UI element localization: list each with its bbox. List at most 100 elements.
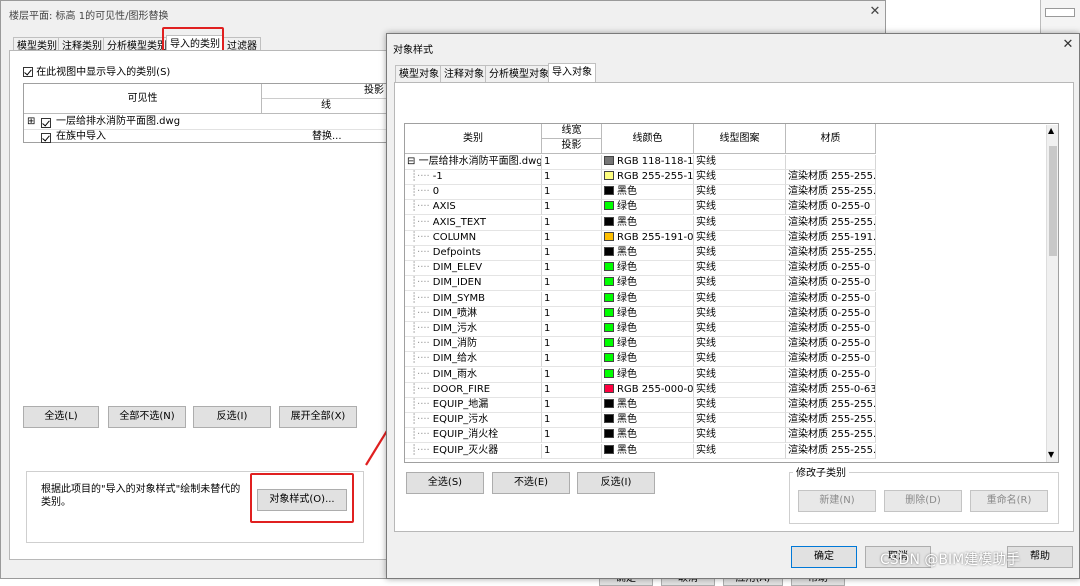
projection-header[interactable]: 投影 xyxy=(542,139,602,154)
expand-icon[interactable]: ⊞ xyxy=(27,115,35,129)
table-row[interactable]: ┊···· EQUIP_灭火器 1 黑色 实线 渲染材质 255-255... xyxy=(405,443,876,459)
category-cell[interactable]: ┊···· DIM_IDEN xyxy=(405,276,542,292)
table-row[interactable]: ┊···· EQUIP_污水 1 黑色 实线 渲染材质 255-255... xyxy=(405,413,876,429)
line-pattern-cell[interactable]: 实线 xyxy=(694,413,786,429)
scroll-down-icon[interactable]: ▼ xyxy=(1048,450,1054,459)
line-pattern-cell[interactable]: 实线 xyxy=(694,230,786,246)
lineweight-cell[interactable]: 1 xyxy=(542,306,602,322)
category-cell[interactable]: ┊···· COLUMN xyxy=(405,230,542,246)
lineweight-cell[interactable]: 1 xyxy=(542,352,602,368)
line-pattern-cell[interactable]: 实线 xyxy=(694,291,786,307)
lineweight-cell[interactable]: 1 xyxy=(542,170,602,185)
material-cell[interactable]: 渲染材质 255-255... xyxy=(786,215,876,231)
visibility-header[interactable]: 可见性 xyxy=(24,84,262,114)
tab-analytical-objects[interactable]: 分析模型对象 xyxy=(485,65,553,83)
line-pattern-cell[interactable]: 实线 xyxy=(694,337,786,353)
line-color-cell[interactable]: 黑色 xyxy=(602,398,694,413)
line-pattern-cell[interactable]: 实线 xyxy=(694,215,786,231)
category-header[interactable]: 类别 xyxy=(405,124,542,154)
line-color-cell[interactable]: RGB 255-191-000 xyxy=(602,230,694,246)
lineweight-cell[interactable]: 1 xyxy=(542,322,602,337)
material-cell[interactable]: 渲染材质 255-255... xyxy=(786,398,876,413)
category-cell[interactable]: ┊···· DIM_SYMB xyxy=(405,291,542,307)
new-subcategory-button[interactable]: 新建(N) xyxy=(798,490,876,512)
table-row[interactable]: ┊···· AXIS 1 绿色 实线 渲染材质 0-255-0 xyxy=(405,200,876,216)
line-pattern-cell[interactable]: 实线 xyxy=(694,185,786,201)
line-pattern-cell[interactable]: 实线 xyxy=(694,382,786,398)
visibility-checkbox[interactable] xyxy=(41,118,51,128)
line-color-cell[interactable]: RGB 255-000-063 xyxy=(602,382,694,398)
invert-selection-button[interactable]: 反选(I) xyxy=(193,406,271,428)
material-cell[interactable]: 渲染材质 255-255... xyxy=(786,170,876,185)
lineweight-cell[interactable]: 1 xyxy=(542,398,602,413)
table-row[interactable]: ┊···· EQUIP_地漏 1 黑色 实线 渲染材质 255-255... xyxy=(405,398,876,413)
line-pattern-cell[interactable]: 实线 xyxy=(694,443,786,459)
material-cell[interactable]: 渲染材质 0-255-0 xyxy=(786,337,876,353)
line-color-header[interactable]: 线颜色 xyxy=(602,124,694,154)
line-color-cell[interactable]: 绿色 xyxy=(602,337,694,353)
line-pattern-cell[interactable]: 实线 xyxy=(694,155,786,170)
material-cell[interactable]: 渲染材质 255-255... xyxy=(786,443,876,459)
table-row[interactable]: ⊞ 一层给排水消防平面图.dwg xyxy=(24,115,390,130)
close-icon[interactable]: ✕ xyxy=(1059,37,1077,53)
line-color-cell[interactable]: 绿色 xyxy=(602,291,694,307)
table-row[interactable]: ┊···· DIM_雨水 1 绿色 实线 渲染材质 0-255-0 xyxy=(405,367,876,383)
material-cell[interactable]: 渲染材质 255-0-63 xyxy=(786,382,876,398)
line-color-cell[interactable]: 绿色 xyxy=(602,261,694,277)
category-cell[interactable]: ┊···· -1 xyxy=(405,170,542,185)
table-row[interactable]: ┊···· EQUIP_消火栓 1 黑色 实线 渲染材质 255-255... xyxy=(405,428,876,444)
category-cell[interactable]: ┊···· DIM_消防 xyxy=(405,337,542,353)
line-color-cell[interactable]: 黑色 xyxy=(602,428,694,444)
material-cell[interactable]: 渲染材质 0-255-0 xyxy=(786,200,876,216)
table-row[interactable]: ┊····COLUMN1RGB 255-191-000实线渲染材质 255-19… xyxy=(405,230,876,246)
material-cell[interactable]: 渲染材质 0-255-0 xyxy=(786,306,876,322)
lineweight-cell[interactable]: 1 xyxy=(542,261,602,277)
line-pattern-cell[interactable]: 实线 xyxy=(694,352,786,368)
lineweight-cell[interactable]: 1 xyxy=(542,200,602,216)
line-color-cell[interactable]: RGB 255-255-127 xyxy=(602,170,694,185)
line-pattern-cell[interactable]: 实线 xyxy=(694,261,786,277)
material-header[interactable]: 材质 xyxy=(786,124,876,154)
collapse-icon[interactable]: ⊟ xyxy=(407,156,415,167)
line-color-cell[interactable]: 黑色 xyxy=(602,413,694,429)
line-pattern-cell[interactable]: 实线 xyxy=(694,367,786,383)
category-cell[interactable]: ┊···· EQUIP_地漏 xyxy=(405,398,542,413)
table-row[interactable]: ┊····-11RGB 255-255-127实线渲染材质 255-255... xyxy=(405,170,876,185)
expand-all-button[interactable]: 展开全部(X) xyxy=(279,406,357,428)
material-cell[interactable]: 渲染材质 0-255-0 xyxy=(786,352,876,368)
line-pattern-cell[interactable]: 实线 xyxy=(694,398,786,413)
category-cell[interactable]: ┊···· DOOR_FIRE xyxy=(405,382,542,398)
line-color-cell[interactable]: 绿色 xyxy=(602,367,694,383)
tab-model-objects[interactable]: 模型对象 xyxy=(395,65,443,83)
tab-annotation-objects[interactable]: 注释对象 xyxy=(440,65,488,83)
material-cell[interactable]: 渲染材质 255-255... xyxy=(786,428,876,444)
delete-subcategory-button[interactable]: 删除(D) xyxy=(884,490,962,512)
lineweight-cell[interactable]: 1 xyxy=(542,291,602,307)
material-cell[interactable]: 渲染材质 255-191... xyxy=(786,230,876,246)
table-row[interactable]: ┊···· DIM_ELEV 1 绿色 实线 渲染材质 0-255-0 xyxy=(405,261,876,277)
material-cell[interactable]: 渲染材质 0-255-0 xyxy=(786,367,876,383)
material-cell[interactable]: 渲染材质 255-255... xyxy=(786,246,876,261)
line-color-cell[interactable]: 黑色 xyxy=(602,185,694,201)
lineweight-cell[interactable]: 1 xyxy=(542,443,602,459)
line-pattern-cell[interactable]: 实线 xyxy=(694,428,786,444)
tab-imported-objects[interactable]: 导入对象 xyxy=(548,63,596,83)
material-cell[interactable]: 渲染材质 0-255-0 xyxy=(786,276,876,292)
material-cell[interactable] xyxy=(786,155,876,170)
lineweight-cell[interactable]: 1 xyxy=(542,246,602,261)
show-imported-checkbox[interactable]: 在此视图中显示导入的类别(S) xyxy=(23,63,170,78)
ok-button[interactable]: 确定 xyxy=(791,546,857,568)
material-cell[interactable]: 渲染材质 0-255-0 xyxy=(786,322,876,337)
category-cell[interactable]: ⊟ 一层给排水消防平面图.dwg xyxy=(405,155,542,170)
scrollbar-thumb[interactable] xyxy=(1049,146,1057,256)
category-cell[interactable]: ┊···· DIM_给水 xyxy=(405,352,542,368)
category-cell[interactable]: ┊···· 0 xyxy=(405,185,542,201)
category-cell[interactable]: ┊···· EQUIP_灭火器 xyxy=(405,443,542,459)
material-cell[interactable]: 渲染材质 255-255... xyxy=(786,413,876,429)
line-color-cell[interactable]: 绿色 xyxy=(602,200,694,216)
table-row[interactable]: ┊····DOOR_FIRE1RGB 255-000-063实线渲染材质 255… xyxy=(405,382,876,398)
lineweight-cell[interactable]: 1 xyxy=(542,155,602,170)
lineweight-cell[interactable]: 1 xyxy=(542,382,602,398)
line-pattern-header[interactable]: 线型图案 xyxy=(694,124,786,154)
lineweight-cell[interactable]: 1 xyxy=(542,215,602,231)
